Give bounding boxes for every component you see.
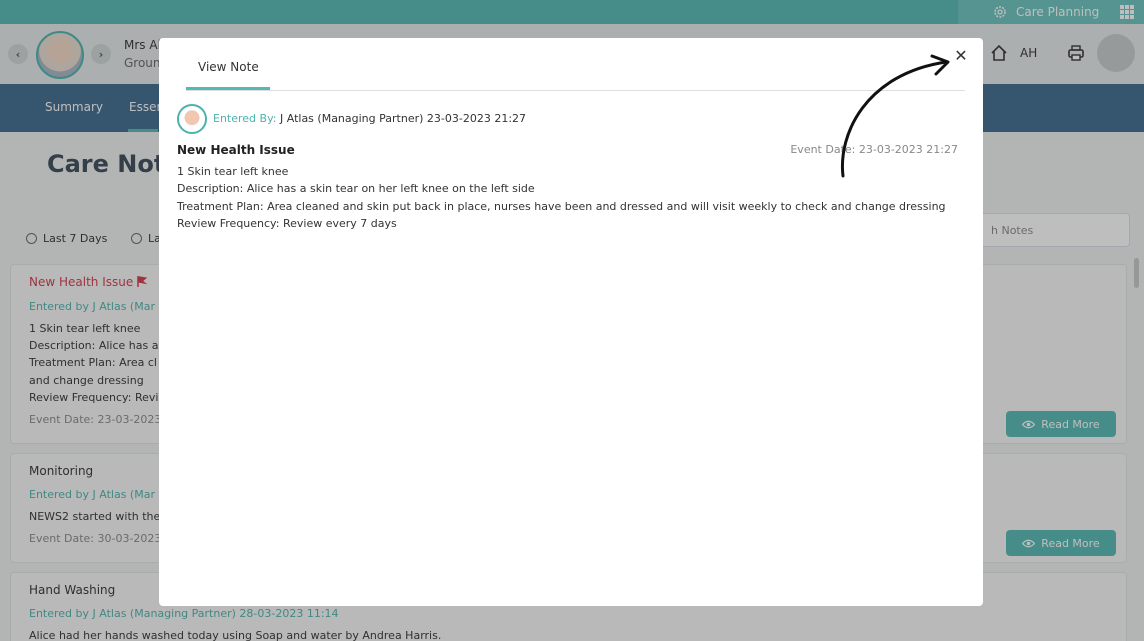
tab-view-note[interactable]: View Note bbox=[198, 60, 259, 74]
note-line: Treatment Plan: Area cleaned and skin pu… bbox=[177, 200, 946, 213]
entered-by-value: J Atlas (Managing Partner) 23-03-2023 21… bbox=[280, 112, 527, 125]
annotation-arrow-icon bbox=[840, 54, 950, 178]
note-line: Description: Alice has a skin tear on he… bbox=[177, 182, 535, 195]
entered-by-row: Entered By: J Atlas (Managing Partner) 2… bbox=[213, 112, 526, 125]
entered-by-label: Entered By: bbox=[213, 112, 277, 125]
note-line: Review Frequency: Review every 7 days bbox=[177, 217, 397, 230]
note-title: New Health Issue bbox=[177, 143, 295, 157]
note-line: 1 Skin tear left knee bbox=[177, 165, 289, 178]
close-icon[interactable]: ✕ bbox=[954, 48, 968, 64]
author-avatar bbox=[177, 104, 207, 134]
